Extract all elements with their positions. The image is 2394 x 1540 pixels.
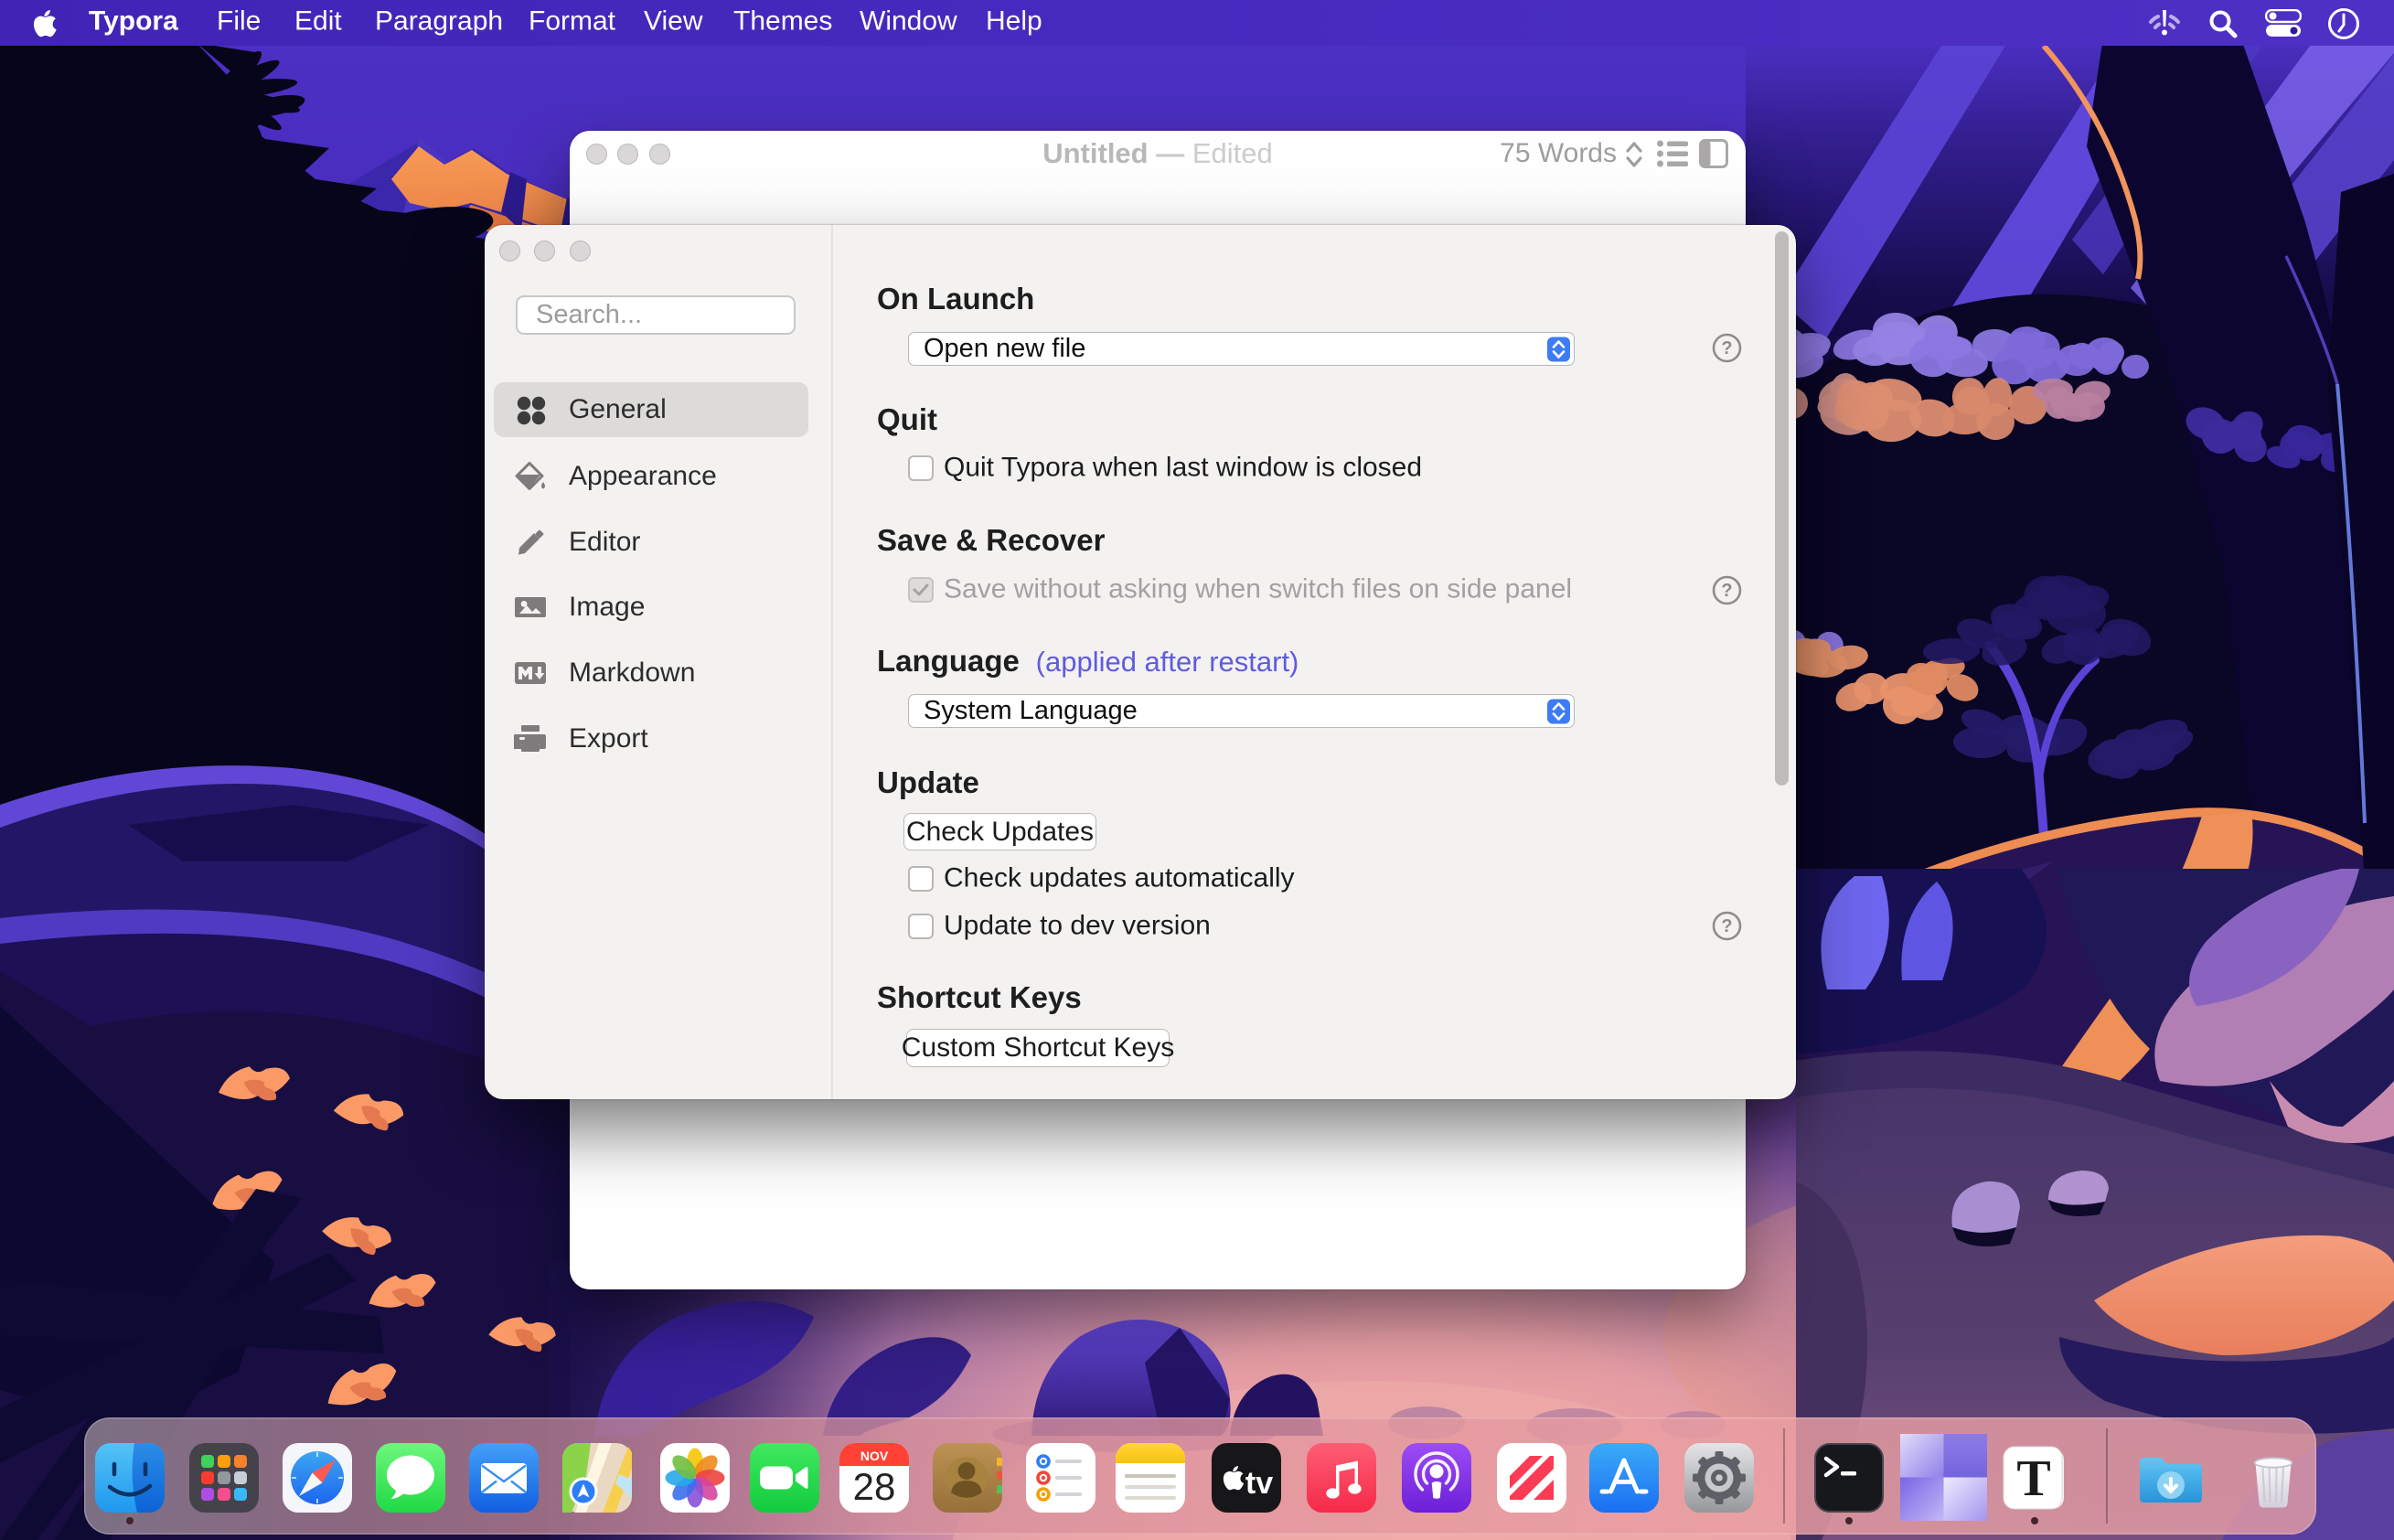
svg-text:?: ? xyxy=(1721,916,1732,936)
svg-text:NOV: NOV xyxy=(860,1449,889,1463)
svg-text:?: ? xyxy=(1721,581,1732,601)
svg-text:28: 28 xyxy=(853,1465,896,1508)
svg-text:?: ? xyxy=(1721,338,1732,358)
svg-text:T: T xyxy=(2016,1450,2050,1507)
svg-text:tv: tv xyxy=(1245,1466,1273,1501)
